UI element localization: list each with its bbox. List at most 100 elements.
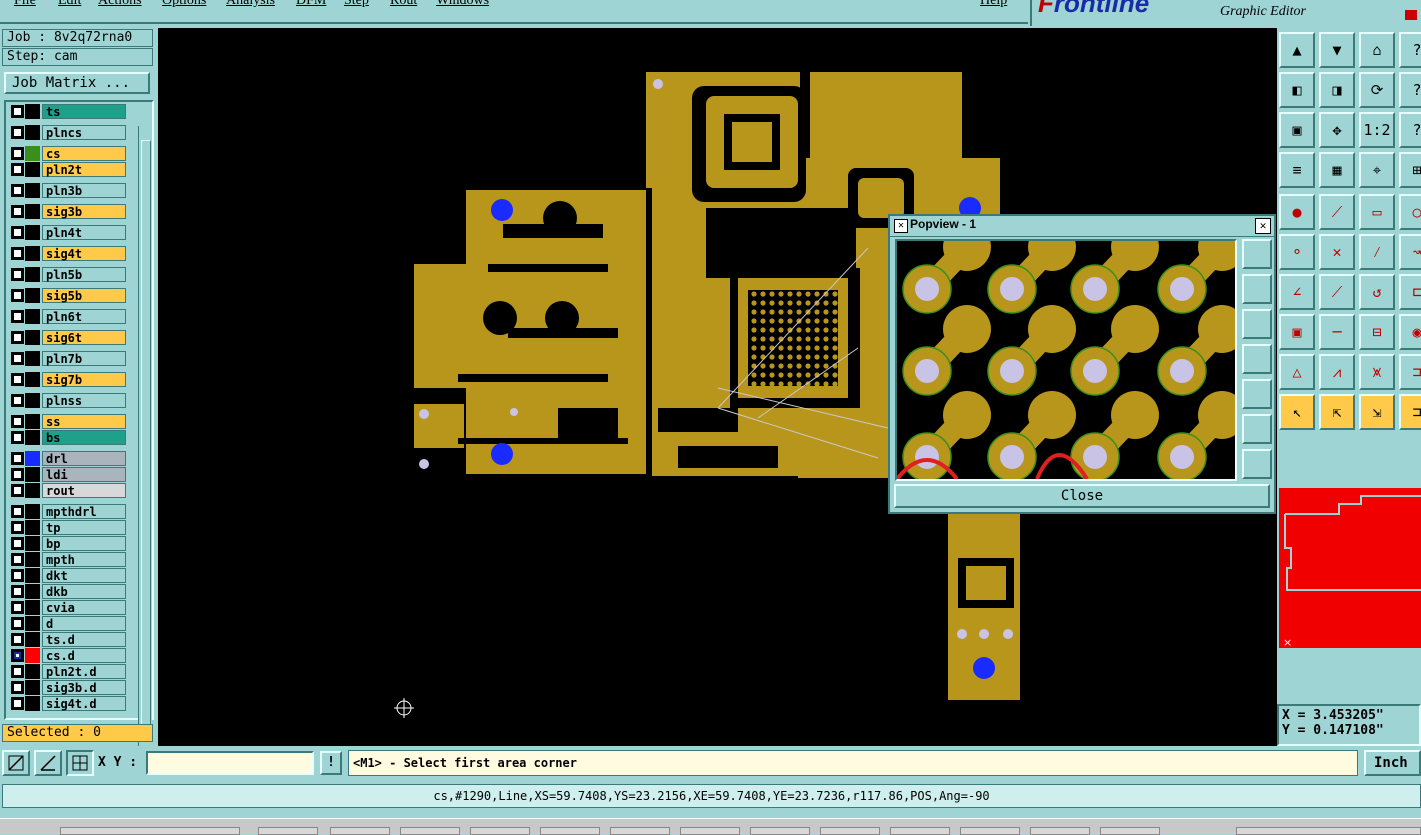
layer-color-swatch[interactable] (25, 104, 40, 119)
net-icon[interactable]: ⊞ (1399, 152, 1421, 188)
mirror-icon[interactable]: ⟳ (1359, 72, 1395, 108)
scrollbar-thumb[interactable] (141, 140, 151, 728)
layer-name[interactable]: plnss (42, 393, 126, 408)
layer-checkbox[interactable] (11, 373, 24, 386)
layer-color-swatch[interactable] (25, 351, 40, 366)
close-icon[interactable]: ✕ (1255, 218, 1271, 234)
angle-mode-icon[interactable] (34, 750, 62, 776)
layer-row-plncs[interactable]: plncs (8, 125, 128, 140)
taskbar-item[interactable] (960, 827, 1020, 835)
snap-mode-icon[interactable] (2, 750, 30, 776)
layer-list-scrollbar[interactable] (138, 126, 152, 746)
menu-file[interactable]: File (14, 0, 36, 9)
draw-line-icon[interactable]: ⟋ (1319, 274, 1355, 310)
layer-row-pln2t[interactable]: pln2t (8, 162, 128, 177)
layer-row-sig5b[interactable]: sig5b (8, 288, 128, 303)
layer-color-swatch[interactable] (25, 430, 40, 445)
taskbar-quicklaunch[interactable] (60, 827, 240, 835)
taskbar-item[interactable] (610, 827, 670, 835)
layer-row-cvia[interactable]: cvia (8, 600, 128, 615)
layer-checkbox[interactable] (11, 569, 24, 582)
taskbar-item[interactable] (680, 827, 740, 835)
layer-checkbox[interactable] (11, 126, 24, 139)
layer-checkbox[interactable] (11, 268, 24, 281)
layer-name[interactable]: cs (42, 146, 126, 161)
layer-row-pln5b[interactable]: pln5b (8, 267, 128, 282)
layer-name[interactable]: d (42, 616, 126, 631)
layer-row-rout[interactable]: rout (8, 483, 128, 498)
layer-name[interactable]: ts.d (42, 632, 126, 647)
pop-pan-left-icon[interactable] (1242, 344, 1272, 374)
layer-row-sig7b[interactable]: sig7b (8, 372, 128, 387)
route-icon[interactable]: ↝ (1399, 234, 1421, 270)
layer-row-ts[interactable]: ts (8, 104, 128, 119)
layer-checkbox[interactable] (11, 681, 24, 694)
layer-name[interactable]: sig4t.d (42, 696, 126, 711)
arch-icon[interactable]: ⩙ (1359, 354, 1395, 390)
layer-name[interactable]: pln2t.d (42, 664, 126, 679)
layer-name[interactable]: sig7b (42, 372, 126, 387)
overview-map[interactable]: × (1279, 488, 1421, 648)
pad-select-icon[interactable]: ● (1279, 194, 1315, 230)
layer-checkbox[interactable] (11, 394, 24, 407)
layer-row-mpthdrl[interactable]: mpthdrl (8, 504, 128, 519)
layer-row-ldi[interactable]: ldi (8, 467, 128, 482)
layer-name[interactable]: pln2t (42, 162, 126, 177)
layer-checkbox[interactable] (11, 601, 24, 614)
layer-checkbox[interactable] (11, 505, 24, 518)
grid-mode-icon[interactable] (66, 750, 94, 776)
layer-color-swatch[interactable] (25, 536, 40, 551)
layer-checkbox[interactable] (11, 585, 24, 598)
layer-name[interactable]: rout (42, 483, 126, 498)
layer-color-swatch[interactable] (25, 632, 40, 647)
layer-checkbox[interactable] (11, 649, 24, 662)
layer-color-swatch[interactable] (25, 584, 40, 599)
layer-name[interactable]: sig3b (42, 204, 126, 219)
layer-color-swatch[interactable] (25, 330, 40, 345)
layer-color-swatch[interactable] (25, 648, 40, 663)
layer-name[interactable]: mpthdrl (42, 504, 126, 519)
layer-row-sig4t[interactable]: sig4t (8, 246, 128, 261)
layer-name[interactable]: pln3b (42, 183, 126, 198)
pop-zoom-out-icon[interactable] (1242, 309, 1272, 339)
measure-icon[interactable]: ⊟ (1359, 314, 1395, 350)
job-matrix-button[interactable]: Job Matrix ... (4, 72, 150, 94)
layer-row-sig3b-d[interactable]: sig3b.d (8, 680, 128, 695)
grid-toggle-icon[interactable]: ▦ (1319, 152, 1355, 188)
layer-name[interactable]: pln5b (42, 267, 126, 282)
layer-checkbox[interactable] (11, 331, 24, 344)
layer-row-drl[interactable]: drl (8, 451, 128, 466)
pointer-icon[interactable]: ↖ (1279, 394, 1315, 430)
menu-dfm[interactable]: DFM (296, 0, 326, 9)
pop-fit-icon[interactable] (1242, 414, 1272, 444)
layer-checkbox[interactable] (11, 415, 24, 428)
layer-name[interactable]: cs.d (42, 648, 126, 663)
layer-name[interactable]: tp (42, 520, 126, 535)
popview-canvas[interactable] (895, 239, 1237, 481)
layer-name[interactable]: ldi (42, 467, 126, 482)
popview-close-button[interactable]: Close (894, 484, 1270, 508)
layer-name[interactable]: ts (42, 104, 126, 119)
window-menu-icon[interactable]: ✕ (894, 219, 908, 233)
layer-color-swatch[interactable] (25, 288, 40, 303)
layer-checkbox[interactable] (11, 521, 24, 534)
menu-windows[interactable]: Windows (436, 0, 489, 9)
ruler-icon[interactable]: ▭ (1359, 194, 1395, 230)
layer-row-bp[interactable]: bp (8, 536, 128, 551)
layer-checkbox[interactable] (11, 147, 24, 160)
layer-checkbox[interactable] (11, 633, 24, 646)
connectivity-icon[interactable]: ⌖ (1359, 152, 1395, 188)
layer-color-swatch[interactable] (25, 246, 40, 261)
menu-help[interactable]: Help (980, 0, 1007, 9)
taskbar-item[interactable] (330, 827, 390, 835)
layer-name[interactable]: mpth (42, 552, 126, 567)
layer-color-swatch[interactable] (25, 664, 40, 679)
layer-checkbox[interactable] (11, 468, 24, 481)
more-icon[interactable]: ⊐ (1399, 394, 1421, 430)
menu-analysis[interactable]: Analysis (226, 0, 275, 9)
taskbar-item[interactable] (820, 827, 880, 835)
layer-checkbox[interactable] (11, 697, 24, 710)
menu-rout[interactable]: Rout (390, 0, 417, 9)
layer-checkbox[interactable] (11, 665, 24, 678)
layer-checkbox[interactable] (11, 431, 24, 444)
